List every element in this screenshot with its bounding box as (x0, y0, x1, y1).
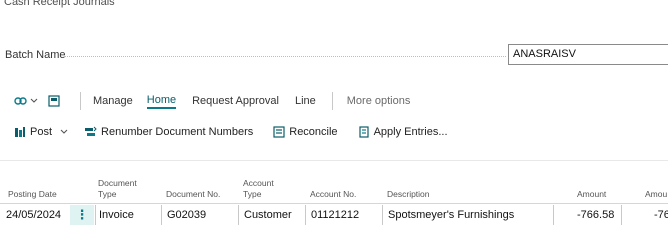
apply-entries-icon (358, 126, 370, 138)
tab-home[interactable]: Home (146, 94, 177, 109)
post-label: Post (30, 126, 53, 138)
cell-posting-date[interactable]: 24/05/2024 (6, 209, 61, 221)
tab-request-approval[interactable]: Request Approval (192, 95, 279, 107)
col-header-document-type[interactable]: Document Type (98, 178, 137, 200)
home-toolbar: Post Renumber Document Numbers Reconcile (14, 123, 448, 141)
post-icon (14, 126, 26, 138)
row-menu-icon: ⋮ (75, 207, 89, 222)
col-header-account-type[interactable]: Account Type (243, 178, 274, 200)
cell-divider (95, 205, 96, 225)
field-leader-dots (64, 56, 506, 57)
cell-account-type[interactable]: Customer (244, 209, 292, 221)
reconcile-label: Reconcile (289, 126, 338, 138)
col-header-account-no[interactable]: Account No. (310, 189, 356, 200)
renumber-label: Renumber Document Numbers (101, 126, 254, 138)
cell-divider (305, 205, 306, 225)
divider (331, 92, 333, 110)
col-header-amount[interactable]: Amount (577, 189, 606, 200)
cell-divider (382, 205, 383, 225)
cell-divider (238, 205, 239, 225)
batch-name-input[interactable]: ANASRAISV (508, 44, 668, 65)
batch-name-label: Batch Name (5, 49, 66, 61)
apply-entries-button[interactable]: Apply Entries... (358, 126, 448, 138)
reconcile-button[interactable]: Reconcile (273, 126, 338, 138)
col-header-posting-date[interactable]: Posting Date (8, 189, 57, 200)
grid-top-border (0, 160, 668, 161)
renumber-icon (84, 126, 97, 138)
action-bar: Manage Home Request Approval Line More o… (14, 92, 410, 110)
cell-divider (621, 205, 622, 225)
cell-amount[interactable]: -766.58 (577, 209, 614, 221)
cell-divider (553, 205, 554, 225)
divider (80, 92, 81, 110)
cell-divider (161, 205, 162, 225)
flow-icon[interactable] (14, 95, 28, 107)
tab-line[interactable]: Line (295, 95, 316, 107)
reconcile-icon (273, 126, 285, 138)
chevron-down-icon[interactable] (30, 98, 38, 104)
cell-description[interactable]: Spotsmeyer's Furnishings (388, 209, 514, 221)
tab-manage[interactable]: Manage (93, 95, 133, 107)
col-header-document-no[interactable]: Document No. (166, 189, 220, 200)
cell-document-type[interactable]: Invoice (99, 209, 134, 221)
cell-document-no[interactable]: G02039 (167, 209, 206, 221)
apply-entries-label: Apply Entries... (373, 126, 448, 138)
renumber-document-numbers-button[interactable]: Renumber Document Numbers (84, 126, 253, 138)
page-icon[interactable] (48, 95, 60, 107)
chevron-down-icon[interactable] (60, 129, 68, 135)
post-button[interactable]: Post (14, 126, 52, 138)
row-menu-button[interactable]: ⋮ (70, 205, 94, 225)
more-options-button[interactable]: More options (347, 95, 411, 107)
col-header-amount-2[interactable]: Amou (645, 189, 667, 200)
cell-amount-2[interactable]: -76 (654, 209, 668, 221)
header-row-divider (0, 203, 668, 204)
cell-account-no[interactable]: 01121212 (311, 209, 359, 221)
page-title: Cash Receipt Journals (4, 0, 115, 8)
col-header-description[interactable]: Description (387, 189, 430, 200)
